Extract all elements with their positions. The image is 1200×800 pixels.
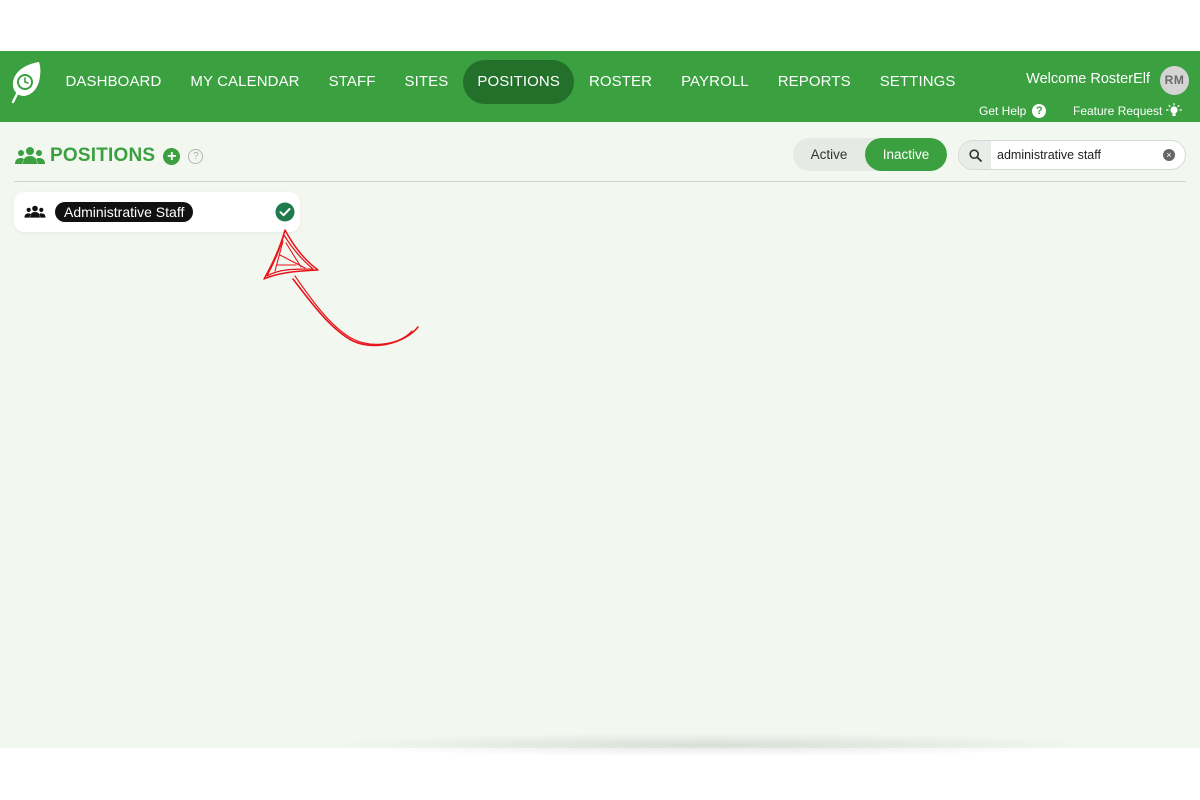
info-icon[interactable]: ? (188, 148, 204, 164)
clear-search-icon[interactable]: × (1163, 149, 1175, 161)
search-box: × (958, 140, 1186, 170)
position-card[interactable]: Administrative Staff (14, 192, 300, 232)
status-toggle: Active Inactive (793, 138, 947, 171)
inactive-toggle[interactable]: Inactive (865, 138, 947, 171)
annotation-arrow (263, 229, 419, 347)
check-circle-icon[interactable] (275, 202, 295, 222)
position-name: Administrative Staff (55, 202, 194, 222)
header-divider (14, 181, 1186, 182)
active-toggle[interactable]: Active (793, 138, 865, 171)
users-icon (15, 147, 45, 164)
search-input[interactable] (997, 141, 1157, 169)
add-position-button[interactable]: + (163, 147, 181, 165)
bottom-shadow (320, 733, 1100, 757)
page-title: POSITIONS (50, 145, 156, 166)
search-button[interactable] (959, 141, 991, 169)
page-header: POSITIONS + ? (15, 145, 204, 167)
users-icon (24, 205, 46, 218)
search-icon (968, 148, 982, 162)
content-layer: POSITIONS + ? Active Inactive × Administ… (0, 51, 1200, 757)
